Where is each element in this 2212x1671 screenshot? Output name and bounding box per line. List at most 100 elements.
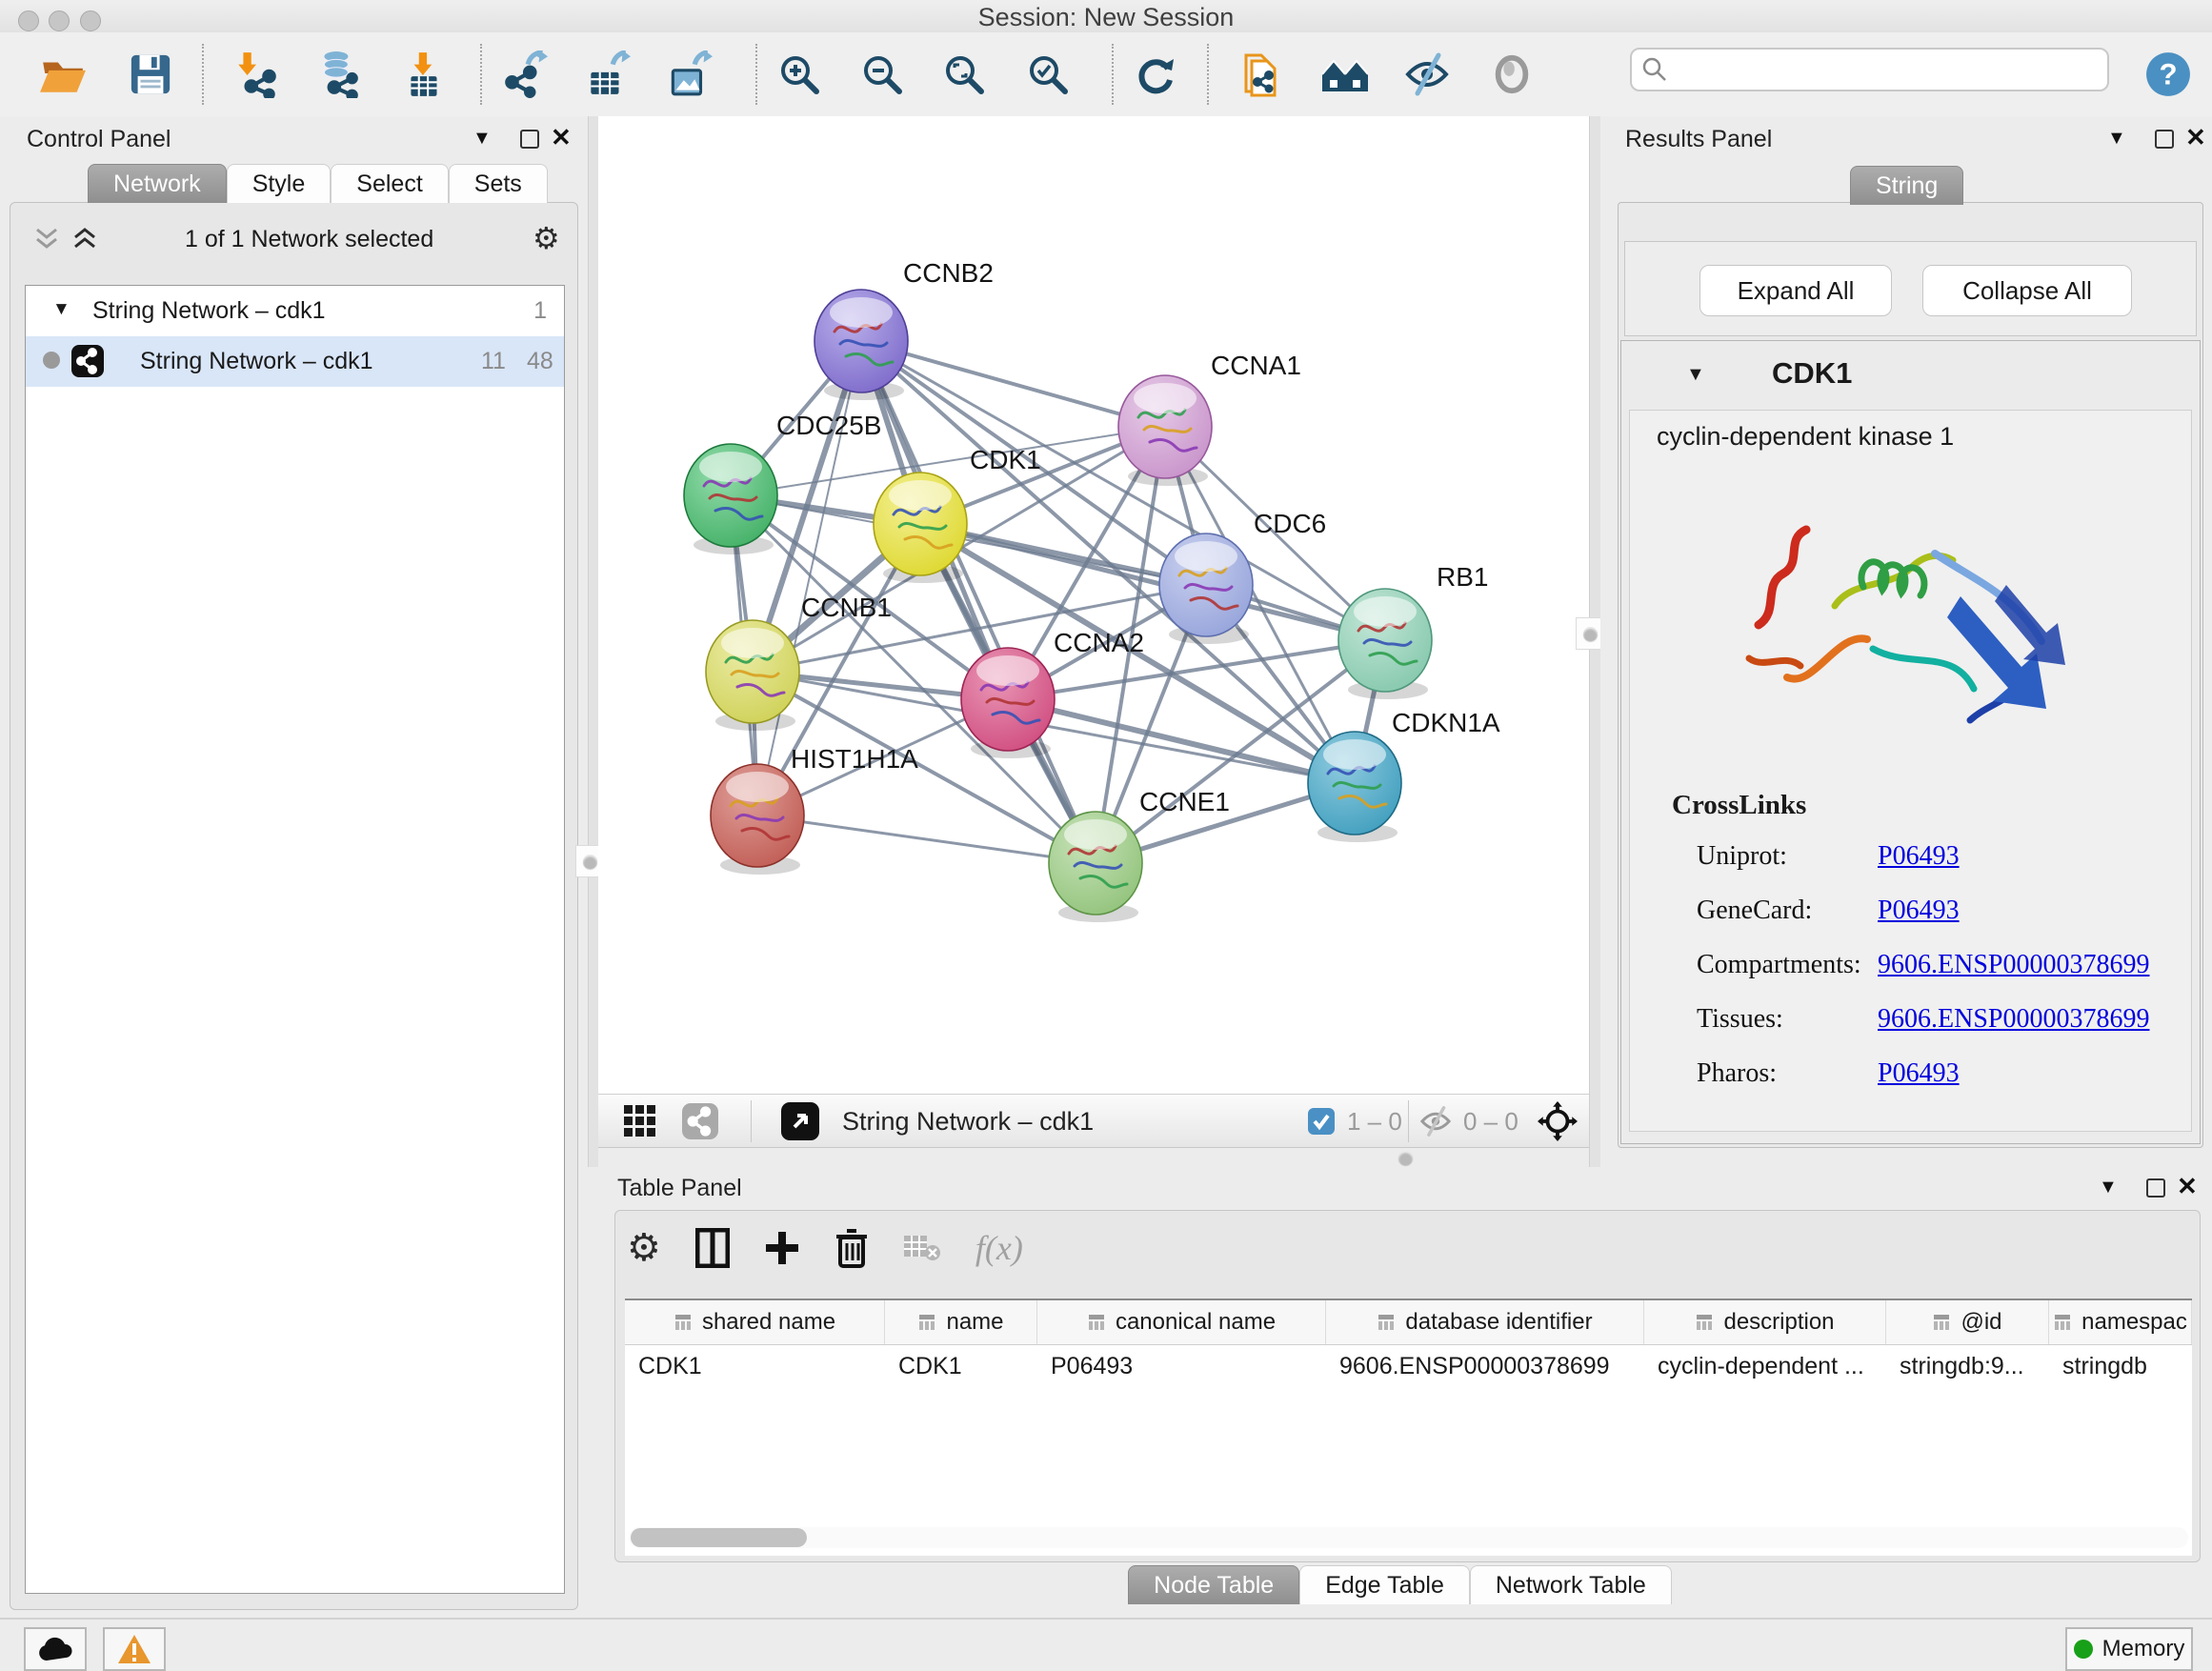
tab-node-table[interactable]: Node Table (1128, 1565, 1299, 1604)
column-header-canonical-name[interactable]: canonical name (1037, 1300, 1326, 1344)
network-node-cdkn1a[interactable]: CDKN1A (1308, 708, 1500, 842)
expand-all-button[interactable]: Expand All (1699, 265, 1892, 316)
save-session-button[interactable] (124, 48, 177, 101)
table-cell[interactable]: stringdb (2049, 1345, 2192, 1387)
network-selection-bar: 1 of 1 Network selected ⚙ (18, 218, 571, 260)
network-node-ccna1[interactable]: CCNA1 (1118, 351, 1301, 486)
open-in-window-button[interactable] (781, 1102, 819, 1140)
network-node-ccnb1[interactable]: CCNB1 (706, 593, 892, 731)
network-options-gear-icon[interactable]: ⚙ (533, 220, 560, 256)
home-layout-button[interactable] (1318, 48, 1372, 101)
control-panel-float-icon[interactable]: ▼ (473, 128, 492, 150)
zoom-fit-button[interactable] (937, 48, 991, 101)
memory-button[interactable]: Memory (2065, 1627, 2193, 1671)
table-cell[interactable]: 9606.ENSP00000378699 (1326, 1345, 1644, 1387)
zoom-out-button[interactable] (855, 48, 909, 101)
table-options-gear-icon[interactable]: ⚙ (627, 1226, 661, 1270)
network-collection-row[interactable]: ▼ String Network – cdk1 1 (26, 286, 564, 336)
column-icon (1695, 1313, 1714, 1332)
fit-selected-button[interactable] (1538, 1102, 1578, 1140)
crosslink-row: Tissues:9606.ENSP00000378699 (1630, 993, 2191, 1047)
memory-label: Memory (2102, 1636, 2185, 1662)
network-node-hist1h1a[interactable]: HIST1H1A (711, 744, 918, 875)
tab-sets[interactable]: Sets (449, 164, 548, 203)
network-edge[interactable] (757, 815, 1096, 863)
network-edge[interactable] (861, 341, 1096, 863)
network-node-rb1[interactable]: RB1 (1338, 562, 1488, 699)
export-image-button[interactable] (662, 48, 715, 101)
export-network-button[interactable] (497, 48, 551, 101)
node-label: CCNA2 (1054, 628, 1144, 657)
network-graph[interactable]: CCNB2CCNA1CDC25BCDK1CDC6RB1CCNB1CCNA2CDK… (598, 116, 1589, 1094)
horizontal-splitter-grip[interactable] (1398, 1151, 1413, 1165)
results-panel-close-icon[interactable]: ✕ (2185, 128, 2206, 147)
table-panel-close-icon[interactable]: ✕ (2177, 1177, 2198, 1196)
column-header-database-identifier[interactable]: database identifier (1326, 1300, 1644, 1344)
table-horizontal-scrollbar[interactable] (629, 1527, 2188, 1548)
search-input[interactable] (1668, 55, 2107, 84)
entry-collapse-caret-icon[interactable]: ▼ (1686, 364, 1705, 386)
network-row-selected[interactable]: String Network – cdk1 11 48 (26, 336, 564, 387)
show-columns-icon[interactable] (695, 1228, 730, 1268)
crosslink-link[interactable]: 9606.ENSP00000378699 (1878, 950, 2149, 980)
network-node-ccne1[interactable]: CCNE1 (1049, 787, 1230, 922)
network-canvas[interactable]: CCNB2CCNA1CDC25BCDK1CDC6RB1CCNB1CCNA2CDK… (598, 116, 1589, 1094)
warnings-button[interactable] (103, 1627, 166, 1671)
table-panel-float-icon[interactable]: ▼ (2099, 1177, 2118, 1198)
tab-select[interactable]: Select (331, 164, 448, 203)
export-table-button[interactable] (580, 48, 633, 101)
column-header-shared-name[interactable]: shared name (625, 1300, 885, 1344)
cloud-status-button[interactable] (24, 1627, 87, 1671)
import-from-file-share-button[interactable] (1235, 48, 1288, 101)
tab-network[interactable]: Network (88, 164, 227, 203)
column-header-name[interactable]: name (885, 1300, 1037, 1344)
crosslink-label: Uniprot: (1697, 841, 1787, 872)
collection-caret-icon[interactable]: ▼ (52, 299, 70, 320)
network-list: ▼ String Network – cdk1 1 String Network… (25, 285, 565, 1594)
table-cell[interactable]: CDK1 (625, 1345, 885, 1387)
delete-column-icon[interactable] (835, 1228, 869, 1268)
table-cell[interactable]: cyclin-dependent ... (1644, 1345, 1886, 1387)
table-cell[interactable]: P06493 (1037, 1345, 1326, 1387)
selected-checkbox-icon[interactable] (1307, 1107, 1336, 1136)
add-column-icon[interactable] (764, 1230, 800, 1266)
network-node-cdc6[interactable]: CDC6 (1159, 509, 1326, 644)
grid-view-button[interactable] (623, 1102, 657, 1140)
show-panel-button[interactable] (1485, 48, 1538, 101)
refresh-button[interactable] (1128, 48, 1181, 101)
tab-string[interactable]: String (1850, 166, 1963, 205)
tab-edge-table[interactable]: Edge Table (1299, 1565, 1470, 1604)
crosslink-link[interactable]: 9606.ENSP00000378699 (1878, 1004, 2149, 1035)
help-button[interactable]: ? (2142, 48, 2195, 101)
tab-network-table[interactable]: Network Table (1470, 1565, 1672, 1604)
zoom-in-button[interactable] (773, 48, 826, 101)
table-cell[interactable]: stringdb:9... (1886, 1345, 2049, 1387)
control-panel-maximize-icon[interactable] (520, 130, 539, 149)
crosslink-link[interactable]: P06493 (1878, 1058, 1960, 1089)
expand-all-networks-icon[interactable] (71, 226, 98, 252)
table-panel-maximize-icon[interactable] (2146, 1178, 2165, 1198)
table-cell[interactable]: CDK1 (885, 1345, 1037, 1387)
crosslink-link[interactable]: P06493 (1878, 841, 1960, 872)
string-view-button[interactable] (682, 1102, 718, 1140)
open-session-button[interactable] (36, 48, 90, 101)
string-network-icon (71, 345, 104, 377)
collapse-all-networks-icon[interactable] (33, 226, 60, 252)
import-network-from-database-button[interactable] (312, 48, 365, 101)
import-table-file-button[interactable] (398, 48, 452, 101)
results-panel-maximize-icon[interactable] (2155, 130, 2174, 149)
results-panel-float-icon[interactable]: ▼ (2107, 128, 2126, 150)
tab-style[interactable]: Style (227, 164, 332, 203)
scrollbar-thumb[interactable] (631, 1528, 807, 1547)
network-edge[interactable] (920, 524, 1385, 640)
collapse-all-button[interactable]: Collapse All (1922, 265, 2132, 316)
import-network-file-button[interactable] (231, 48, 284, 101)
column-header-description[interactable]: description (1644, 1300, 1886, 1344)
crosslink-link[interactable]: P06493 (1878, 896, 1960, 926)
column-header--id[interactable]: @id (1886, 1300, 2049, 1344)
control-panel-close-icon[interactable]: ✕ (551, 128, 572, 147)
column-header-namespac[interactable]: namespac (2049, 1300, 2192, 1344)
hide-panel-button[interactable] (1400, 48, 1454, 101)
zoom-selected-button[interactable] (1021, 48, 1075, 101)
table-row[interactable]: CDK1CDK1P064939606.ENSP00000378699cyclin… (625, 1345, 2192, 1387)
